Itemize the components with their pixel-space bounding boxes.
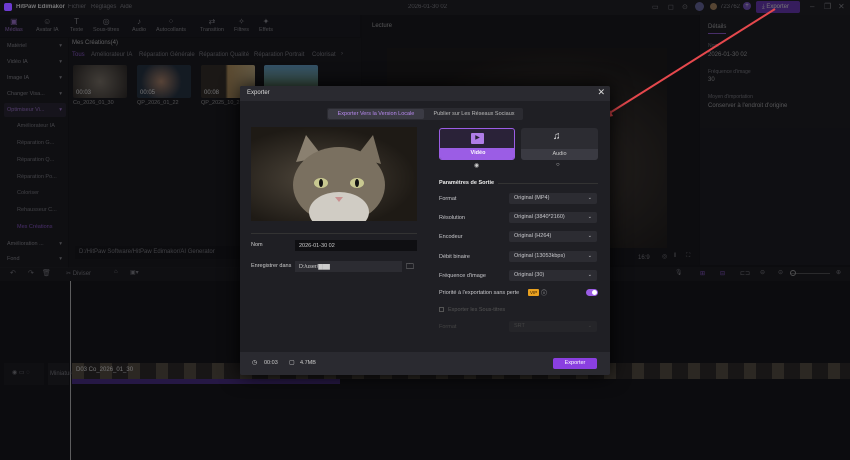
audio-radio[interactable]: ○ <box>556 162 560 168</box>
tab-social-publish[interactable]: Publier sur Les Réseaux Sociaux <box>427 109 521 119</box>
close-icon[interactable]: ✕ <box>597 87 605 98</box>
tab-local-export[interactable]: Exporter Vers la Version Locale <box>328 109 424 119</box>
vip-badge: VIP <box>528 289 540 296</box>
export-dialog: Exporter ✕ Exporter Vers la Version Loca… <box>240 86 610 375</box>
lossless-toggle[interactable] <box>586 289 598 296</box>
select-value: Original (3840*2160) <box>514 214 565 220</box>
param-label: Format <box>439 196 457 202</box>
lossless-label: Priorité à l'exportation sans perte <box>439 290 520 296</box>
encoder-select[interactable]: Original (H264) ⌄ <box>509 231 597 242</box>
file-size-icon: ▢ <box>289 360 295 366</box>
resolution-select[interactable]: Original (3840*2160) ⌄ <box>509 212 597 223</box>
select-value: Original (MP4) <box>514 195 550 201</box>
dialog-title: Exporter <box>247 90 270 96</box>
param-label: Débit binaire <box>439 254 470 260</box>
chevron-down-icon: ⌄ <box>587 253 592 259</box>
dialog-footer: ◷ 00:03 ▢ 4.7MB Exporter <box>240 352 610 375</box>
folder-icon[interactable]: 🗀 <box>406 261 414 275</box>
cat-image <box>293 135 385 221</box>
select-value: Original (H264) <box>514 233 552 239</box>
save-location-input[interactable] <box>295 261 402 272</box>
divider <box>251 233 417 234</box>
video-type-label: Vidéo <box>440 148 514 159</box>
info-icon[interactable]: ⓘ <box>541 288 547 297</box>
subtitles-format-select: SRT ⌄ <box>509 321 597 332</box>
dialog-tabs: Exporter Vers la Version Locale Publier … <box>327 108 523 120</box>
dialog-header: Exporter ✕ <box>240 86 610 101</box>
chevron-down-icon: ⌄ <box>587 323 592 329</box>
subtitles-label: Exporter les Sous-titres <box>448 307 506 313</box>
bitrate-select[interactable]: Original (13053kbps) ⌄ <box>509 251 597 262</box>
audio-type-card[interactable]: ♫ Audio <box>521 128 598 160</box>
export-size: 4.7MB <box>300 360 316 366</box>
subtitles-checkbox[interactable] <box>439 307 444 312</box>
chevron-down-icon: ⌄ <box>587 272 592 278</box>
format-select[interactable]: Original (MP4) ⌄ <box>509 193 597 204</box>
framerate-select[interactable]: Original (30) ⌄ <box>509 270 597 281</box>
export-duration: 00:03 <box>264 360 278 366</box>
divider <box>498 183 598 184</box>
video-type-card[interactable]: ▶ Vidéo <box>439 128 515 160</box>
subtitles-format-label: Format <box>439 324 457 330</box>
toggle-knob <box>592 290 597 295</box>
export-button[interactable]: Exporter <box>553 358 597 369</box>
params-title: Paramètres de Sortie <box>439 180 495 186</box>
video-radio[interactable]: ◉ <box>474 162 479 169</box>
export-preview-image <box>251 127 417 221</box>
select-value: Original (30) <box>514 272 545 278</box>
param-label: Fréquence d'image <box>439 273 486 279</box>
param-label: Résolution <box>439 215 465 221</box>
clock-icon: ◷ <box>252 360 258 366</box>
video-icon: ▶ <box>471 133 484 144</box>
music-note-icon: ♫ <box>553 131 561 142</box>
select-value: SRT <box>514 323 525 329</box>
param-label: Encodeur <box>439 234 463 240</box>
save-location-label: Enregistrer dans <box>251 263 292 269</box>
audio-type-label: Audio <box>521 149 598 160</box>
name-input[interactable] <box>295 240 417 251</box>
chevron-down-icon: ⌄ <box>587 214 592 220</box>
chevron-down-icon: ⌄ <box>587 233 592 239</box>
select-value: Original (13053kbps) <box>514 253 566 259</box>
chevron-down-icon: ⌄ <box>587 195 592 201</box>
name-label: Nom <box>251 242 263 248</box>
